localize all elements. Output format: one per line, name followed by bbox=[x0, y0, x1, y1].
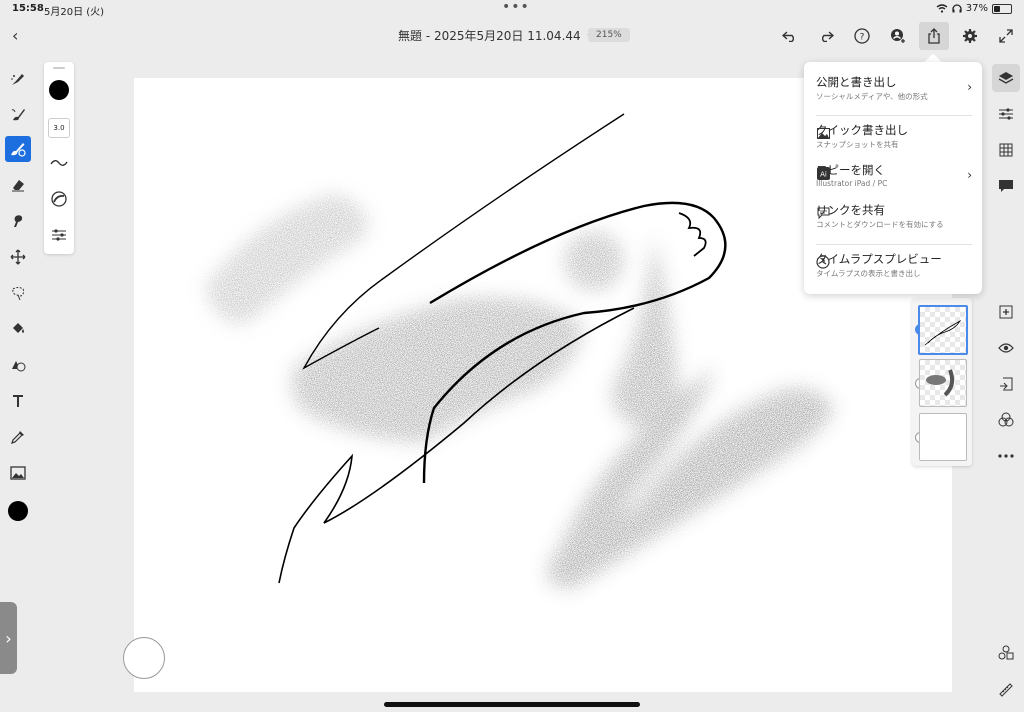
svg-text:Ai: Ai bbox=[820, 170, 827, 178]
vector-brush-tool-icon[interactable] bbox=[5, 136, 31, 162]
touch-shortcut-button[interactable] bbox=[123, 637, 165, 679]
right-toolbar bbox=[988, 54, 1024, 712]
status-time: 15:58 bbox=[12, 3, 44, 14]
help-icon[interactable]: ? bbox=[850, 24, 874, 48]
menu-item-subtitle: スナップショットを共有 bbox=[816, 140, 899, 149]
color-swatch-icon[interactable] bbox=[5, 498, 31, 524]
visibility-eye-icon[interactable] bbox=[992, 334, 1020, 362]
menu-item-subtitle: コメントとダウンロードを有効にする bbox=[816, 220, 944, 229]
chevron-right-icon: › bbox=[967, 80, 972, 94]
battery-fill bbox=[994, 5, 1000, 12]
menu-item-title: コピーを開く bbox=[816, 163, 885, 177]
menu-divider bbox=[816, 115, 972, 116]
layer-thumbnail-1[interactable] bbox=[918, 305, 968, 355]
fullscreen-expand-icon[interactable] bbox=[994, 24, 1018, 48]
home-indicator[interactable] bbox=[384, 702, 640, 707]
grid-icon[interactable] bbox=[992, 136, 1020, 164]
layer-thumbnail-2[interactable] bbox=[919, 359, 967, 407]
menu-item-title: 公開と書き出し bbox=[816, 75, 897, 89]
wifi-icon bbox=[936, 4, 948, 13]
menu-item-title: リンクを共有 bbox=[816, 203, 885, 217]
clock-icon bbox=[816, 255, 830, 269]
zoom-level[interactable]: 215% bbox=[588, 28, 630, 42]
headphones-icon bbox=[952, 4, 962, 13]
status-bar: 15:58 5月20日 (火) ••• 37% bbox=[0, 0, 1024, 18]
undo-icon[interactable] bbox=[778, 24, 802, 48]
ai-icon: Ai bbox=[816, 166, 830, 180]
menu-item-share-link[interactable]: リンクを共有 コメントとダウンロードを有効にする bbox=[816, 202, 972, 230]
document-title[interactable]: 無題 - 2025年5月20日 11.04.44 bbox=[398, 27, 596, 44]
brush-color-swatch[interactable] bbox=[49, 80, 69, 100]
pixel-brush-tool-icon[interactable] bbox=[5, 66, 31, 92]
menu-item-title: タイムラプスプレビュー bbox=[816, 252, 942, 266]
smudge-tool-icon[interactable] bbox=[5, 208, 31, 234]
redo-icon[interactable] bbox=[814, 24, 838, 48]
menu-divider bbox=[816, 244, 972, 245]
invite-user-icon[interactable] bbox=[886, 24, 910, 48]
brush-style-icon[interactable] bbox=[48, 188, 70, 210]
add-layer-icon[interactable] bbox=[992, 298, 1020, 326]
brush-adjust-sliders-icon[interactable] bbox=[48, 224, 70, 246]
layer-thumbnail-3[interactable] bbox=[919, 413, 967, 461]
status-right: 37% bbox=[936, 3, 1012, 14]
menu-item-subtitle: Illustrator iPad / PC bbox=[816, 179, 888, 188]
fill-bucket-tool-icon[interactable] bbox=[5, 316, 31, 342]
top-bar: ‹ 無題 - 2025年5月20日 11.04.44 215% ? bbox=[0, 18, 1024, 54]
import-layer-icon[interactable] bbox=[992, 370, 1020, 398]
layers-panel bbox=[912, 298, 972, 466]
svg-text:?: ? bbox=[860, 33, 865, 43]
battery-percent: 37% bbox=[965, 3, 988, 14]
export-menu: 公開と書き出し ソーシャルメディアや、他の形式 › クイック書き出し スナップシ… bbox=[804, 62, 982, 294]
image-icon bbox=[816, 126, 830, 140]
comment-icon bbox=[816, 206, 830, 220]
move-tool-icon[interactable] bbox=[5, 244, 31, 270]
panel-grip[interactable] bbox=[53, 67, 65, 69]
image-place-tool-icon[interactable] bbox=[5, 460, 31, 486]
share-export-icon[interactable] bbox=[919, 22, 949, 50]
menu-item-timelapse-preview[interactable]: タイムラプスプレビュー タイムラプスの表示と書き出し bbox=[816, 251, 972, 279]
menu-item-subtitle: タイムラプスの表示と書き出し bbox=[816, 269, 921, 278]
document-title-text: 無題 - 2025年5月20日 11.04.44 bbox=[398, 29, 581, 43]
shape-tool-icon[interactable] bbox=[5, 352, 31, 378]
shapes-library-icon[interactable] bbox=[992, 639, 1020, 667]
lasso-selection-tool-icon[interactable] bbox=[5, 280, 31, 306]
menu-item-open-copy[interactable]: Ai コピーを開く Illustrator iPad / PC › bbox=[816, 162, 972, 188]
multitask-dots-icon[interactable]: ••• bbox=[502, 0, 530, 15]
comments-icon[interactable] bbox=[992, 172, 1020, 200]
smoothing-wave-icon[interactable] bbox=[48, 152, 70, 174]
left-toolbar: › bbox=[0, 54, 36, 712]
menu-item-subtitle: ソーシャルメディアや、他の形式 bbox=[816, 92, 928, 101]
properties-sliders-icon[interactable] bbox=[992, 100, 1020, 128]
chevron-right-icon: › bbox=[967, 168, 972, 182]
blend-modes-icon[interactable] bbox=[992, 406, 1020, 434]
live-brush-tool-icon[interactable] bbox=[5, 102, 31, 128]
eraser-tool-icon[interactable] bbox=[5, 172, 31, 198]
brush-settings-panel: 3.0 bbox=[44, 62, 74, 254]
menu-item-quick-export[interactable]: クイック書き出し スナップショットを共有 bbox=[816, 122, 972, 150]
brush-size-field[interactable]: 3.0 bbox=[48, 118, 70, 138]
back-chevron-icon[interactable]: ‹ bbox=[12, 26, 18, 45]
menu-item-publish-export[interactable]: 公開と書き出し ソーシャルメディアや、他の形式 › bbox=[816, 74, 972, 102]
grainy-brush-strokes bbox=[204, 193, 834, 588]
settings-gear-icon[interactable] bbox=[958, 24, 982, 48]
side-panel-handle[interactable]: › bbox=[0, 602, 17, 674]
battery-icon bbox=[992, 3, 1012, 14]
eyedropper-tool-icon[interactable] bbox=[5, 424, 31, 450]
more-options-icon[interactable] bbox=[992, 442, 1020, 470]
layers-icon[interactable] bbox=[992, 64, 1020, 92]
status-date: 5月20日 (火) bbox=[44, 7, 105, 18]
ruler-icon[interactable] bbox=[992, 676, 1020, 704]
text-tool-icon[interactable] bbox=[5, 388, 31, 414]
menu-item-title: クイック書き出し bbox=[816, 123, 908, 137]
